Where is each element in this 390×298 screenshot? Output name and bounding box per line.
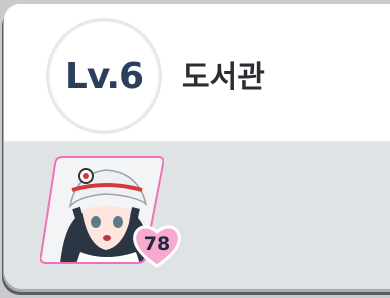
level-label: Lv.6 bbox=[64, 55, 144, 97]
building-header: Lv.6 도서관 bbox=[4, 4, 390, 143]
affection-value: 78 bbox=[143, 233, 171, 255]
building-name: 도서관 bbox=[182, 60, 265, 95]
affection-badge: 78 bbox=[131, 221, 183, 269]
level-badge: Lv.6 bbox=[46, 18, 162, 134]
